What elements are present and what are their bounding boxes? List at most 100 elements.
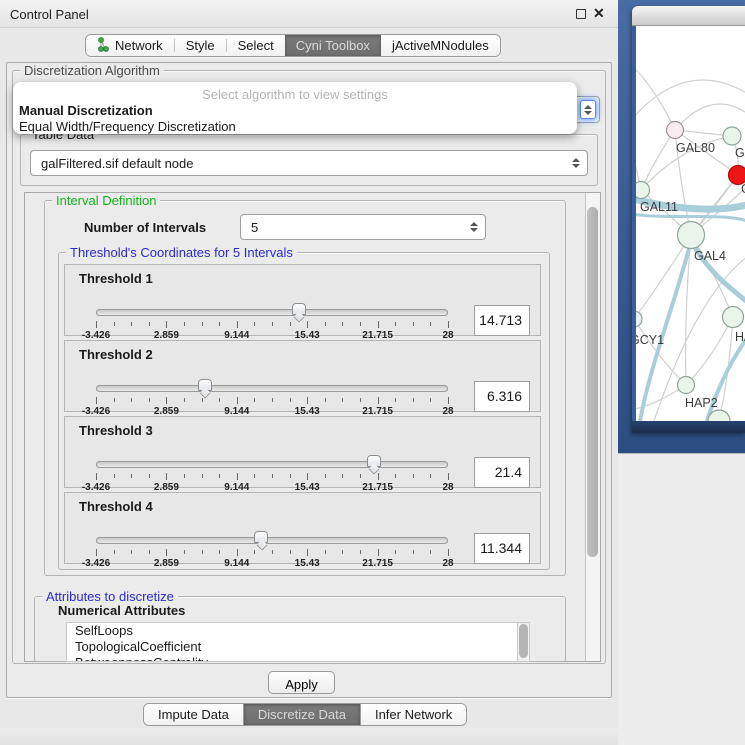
tab-jactivemnodules[interactable]: jActiveMNodules [381, 35, 500, 56]
slider-tick [430, 398, 431, 402]
slider-tick [184, 474, 185, 478]
slider-tick [395, 550, 396, 554]
slider-tick [430, 550, 431, 554]
tab-label: jActiveMNodules [392, 38, 489, 53]
network-node-gal4[interactable] [678, 222, 705, 249]
slider-tick [166, 549, 167, 556]
network-node-gal80[interactable] [667, 122, 684, 139]
slider-tick [149, 550, 150, 554]
slider-track[interactable] [96, 309, 448, 316]
threshold-value-field[interactable]: 14.713 [474, 305, 530, 336]
network-node-hap2[interactable] [678, 377, 695, 394]
number-of-intervals-select[interactable]: 5 [240, 214, 486, 240]
network-node-gcy1[interactable] [636, 311, 642, 327]
bottom-tab-discretize-data[interactable]: Discretize Data [243, 704, 360, 725]
bottom-tab-infer-network[interactable]: Infer Network [360, 704, 466, 725]
numerical-attributes-label: Numerical Attributes [58, 603, 185, 618]
slider-tick [290, 474, 291, 478]
bottom-tab-impute-data[interactable]: Impute Data [144, 704, 243, 725]
slider-tick [149, 474, 150, 478]
slider-tick [360, 322, 361, 326]
slider-tick [307, 321, 308, 328]
slider-tick [378, 549, 379, 556]
network-node-label: GAL80 [676, 141, 715, 155]
slider-tick [96, 549, 97, 556]
threshold-slider[interactable]: -3.4262.8599.14415.4321.71528 [96, 457, 448, 487]
slider-tick [413, 322, 414, 326]
discretization-algorithm-label: Discretization Algorithm [20, 64, 164, 77]
slider-tick [360, 398, 361, 402]
tab-style[interactable]: Style [175, 35, 226, 56]
slider-tick [254, 474, 255, 478]
slider-tick [254, 322, 255, 326]
threshold-value-field[interactable]: 6.316 [474, 381, 530, 412]
close-icon[interactable]: ✕ [593, 5, 605, 22]
slider-tick [413, 398, 414, 402]
attributes-to-discretize-label: Attributes to discretize [42, 590, 178, 603]
slider-track[interactable] [96, 537, 448, 544]
apply-button[interactable]: Apply [268, 671, 335, 694]
network-node-label: GAL4 [694, 249, 726, 263]
slider-tick [184, 322, 185, 326]
tab-select[interactable]: Select [227, 35, 285, 56]
network-node-label: G [741, 182, 745, 196]
slider-tick [114, 550, 115, 554]
tab-label: Select [238, 38, 274, 53]
algorithm-option-manual[interactable]: Manual Discretization [19, 103, 153, 118]
tab-network[interactable]: Network [86, 35, 174, 56]
slider-tick-label: 2.859 [154, 558, 179, 569]
threshold-1-panel: Threshold 1-3.4262.8599.14415.4321.71528… [64, 264, 541, 336]
algorithm-option-equal-width[interactable]: Equal Width/Frequency Discretization [19, 119, 236, 134]
slider-tick [96, 473, 97, 480]
number-of-intervals-value: 5 [241, 220, 466, 235]
network-window-titlebar[interactable] [632, 6, 745, 26]
network-edge [641, 130, 675, 190]
float-window-icon[interactable] [576, 9, 586, 19]
threshold-4-panel: Threshold 4-3.4262.8599.14415.4321.71528… [64, 492, 541, 564]
control-tab-bar: NetworkStyle Select Cyni Toolbox jActiveMNo… [85, 34, 501, 57]
network-node-gal11[interactable] [636, 182, 650, 199]
slider-thumb[interactable] [367, 455, 381, 467]
slider-tick [96, 321, 97, 328]
slider-tick [114, 474, 115, 478]
tab-label: Impute Data [158, 707, 229, 722]
attribute-list-item[interactable]: BetweennessCentrality [67, 655, 530, 662]
numerical-attributes-list[interactable]: SelfLoopsTopologicalCoefficientBetweenne… [66, 622, 530, 662]
slider-thumb[interactable] [254, 531, 268, 543]
slider-tick [237, 473, 238, 480]
network-node-ga[interactable] [723, 127, 741, 145]
slider-tick [96, 397, 97, 404]
slider-tick [395, 322, 396, 326]
slider-tick [342, 322, 343, 326]
threshold-list: Threshold 1-3.4262.8599.14415.4321.71528… [64, 264, 541, 568]
threshold-slider[interactable]: -3.4262.8599.14415.4321.71528 [96, 533, 448, 563]
network-canvas[interactable]: GAL80GAGGAL11GAL4GCY1HAHAP2 [636, 26, 745, 421]
slider-tick [430, 322, 431, 326]
attribute-list-item[interactable]: SelfLoops [67, 623, 530, 639]
slider-tick [272, 550, 273, 554]
threshold-value-field[interactable]: 11.344 [474, 533, 530, 564]
slider-tick [448, 397, 449, 404]
algorithm-placeholder-option[interactable]: Select algorithm to view settings [13, 87, 577, 102]
control-panel: Control Panel ✕ NetworkStyleSelectCyni T… [0, 0, 618, 745]
network-edge [675, 104, 745, 130]
threshold-value-field[interactable]: 21.4 [474, 457, 530, 488]
slider-track[interactable] [96, 385, 448, 392]
tab-cyni-toolbox[interactable]: Cyni Toolbox [285, 35, 381, 56]
slider-track[interactable] [96, 461, 448, 468]
threshold-slider[interactable]: -3.4262.8599.14415.4321.71528 [96, 381, 448, 411]
attributes-scrollbar-thumb[interactable] [519, 624, 528, 658]
slider-tick [202, 474, 203, 478]
slider-tick-label: -3.426 [82, 558, 110, 569]
slider-thumb[interactable] [292, 303, 306, 315]
attribute-list-item[interactable]: TopologicalCoefficient [67, 639, 530, 655]
table-data-select[interactable]: galFiltered.sif default node [30, 150, 588, 176]
slider-tick-label: 21.715 [362, 558, 393, 569]
threshold-slider[interactable]: -3.4262.8599.14415.4321.71528 [96, 305, 448, 335]
slider-tick [237, 549, 238, 556]
vertical-scrollbar-thumb[interactable] [587, 207, 598, 557]
threshold-2-panel: Threshold 2-3.4262.8599.14415.4321.71528… [64, 340, 541, 412]
slider-tick [184, 550, 185, 554]
slider-thumb[interactable] [198, 379, 212, 391]
network-node-ha[interactable] [723, 307, 744, 328]
